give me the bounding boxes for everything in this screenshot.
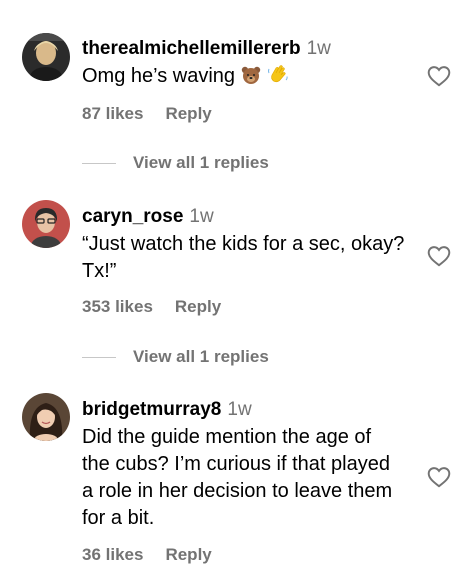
like-heart-icon[interactable]: [426, 243, 452, 269]
comment-text: “Just watch the kids for a sec, okay? Tx…: [82, 231, 422, 285]
comment-text-line: a role in her decision to leave them: [82, 480, 393, 502]
comment-text-content: Omg he’s waving: [82, 65, 236, 87]
timestamp: 1w: [306, 38, 331, 59]
reply-button[interactable]: Reply: [165, 104, 211, 123]
waving-hand-icon: [267, 63, 289, 93]
comment-header: bridgetmurray8 1w: [82, 398, 422, 422]
view-replies-label[interactable]: View all 1 replies: [133, 151, 269, 175]
comment-text: Omg he’s waving: [82, 63, 422, 93]
comment-text-line: Did the guide mention the age of: [82, 426, 372, 448]
like-heart-icon[interactable]: [426, 63, 452, 89]
avatar[interactable]: [22, 33, 70, 81]
likes-count[interactable]: 36 likes: [82, 545, 143, 564]
avatar[interactable]: [22, 200, 70, 248]
username[interactable]: caryn_rose: [82, 206, 183, 227]
avatar[interactable]: [22, 393, 70, 441]
timestamp: 1w: [227, 399, 252, 420]
replies-divider: [82, 357, 116, 358]
comment-meta: 36 likes Reply: [82, 545, 234, 565]
username[interactable]: therealmichellemillererb: [82, 38, 301, 59]
comment-meta: 353 likes Reply: [82, 297, 243, 317]
comment-header: therealmichellemillererb 1w: [82, 37, 422, 61]
view-replies-label[interactable]: View all 1 replies: [133, 345, 269, 369]
comment-text-line: “Just watch the kids for a sec, okay?: [82, 233, 405, 255]
comment-text-line: Tx!”: [82, 260, 117, 282]
reply-button[interactable]: Reply: [165, 545, 211, 564]
likes-count[interactable]: 353 likes: [82, 297, 153, 316]
timestamp: 1w: [189, 206, 214, 227]
comment-text-line: the cubs? I’m curious if that played: [82, 453, 390, 475]
likes-count[interactable]: 87 likes: [82, 104, 143, 123]
comment-header: caryn_rose 1w: [82, 205, 422, 229]
comment-meta: 87 likes Reply: [82, 104, 234, 124]
bear-face-icon: [241, 65, 261, 93]
comment-text-line: for a bit.: [82, 507, 155, 529]
reply-button[interactable]: Reply: [175, 297, 221, 316]
comment-text: Did the guide mention the age of the cub…: [82, 424, 422, 532]
username[interactable]: bridgetmurray8: [82, 399, 221, 420]
replies-divider: [82, 163, 116, 164]
like-heart-icon[interactable]: [426, 464, 452, 490]
